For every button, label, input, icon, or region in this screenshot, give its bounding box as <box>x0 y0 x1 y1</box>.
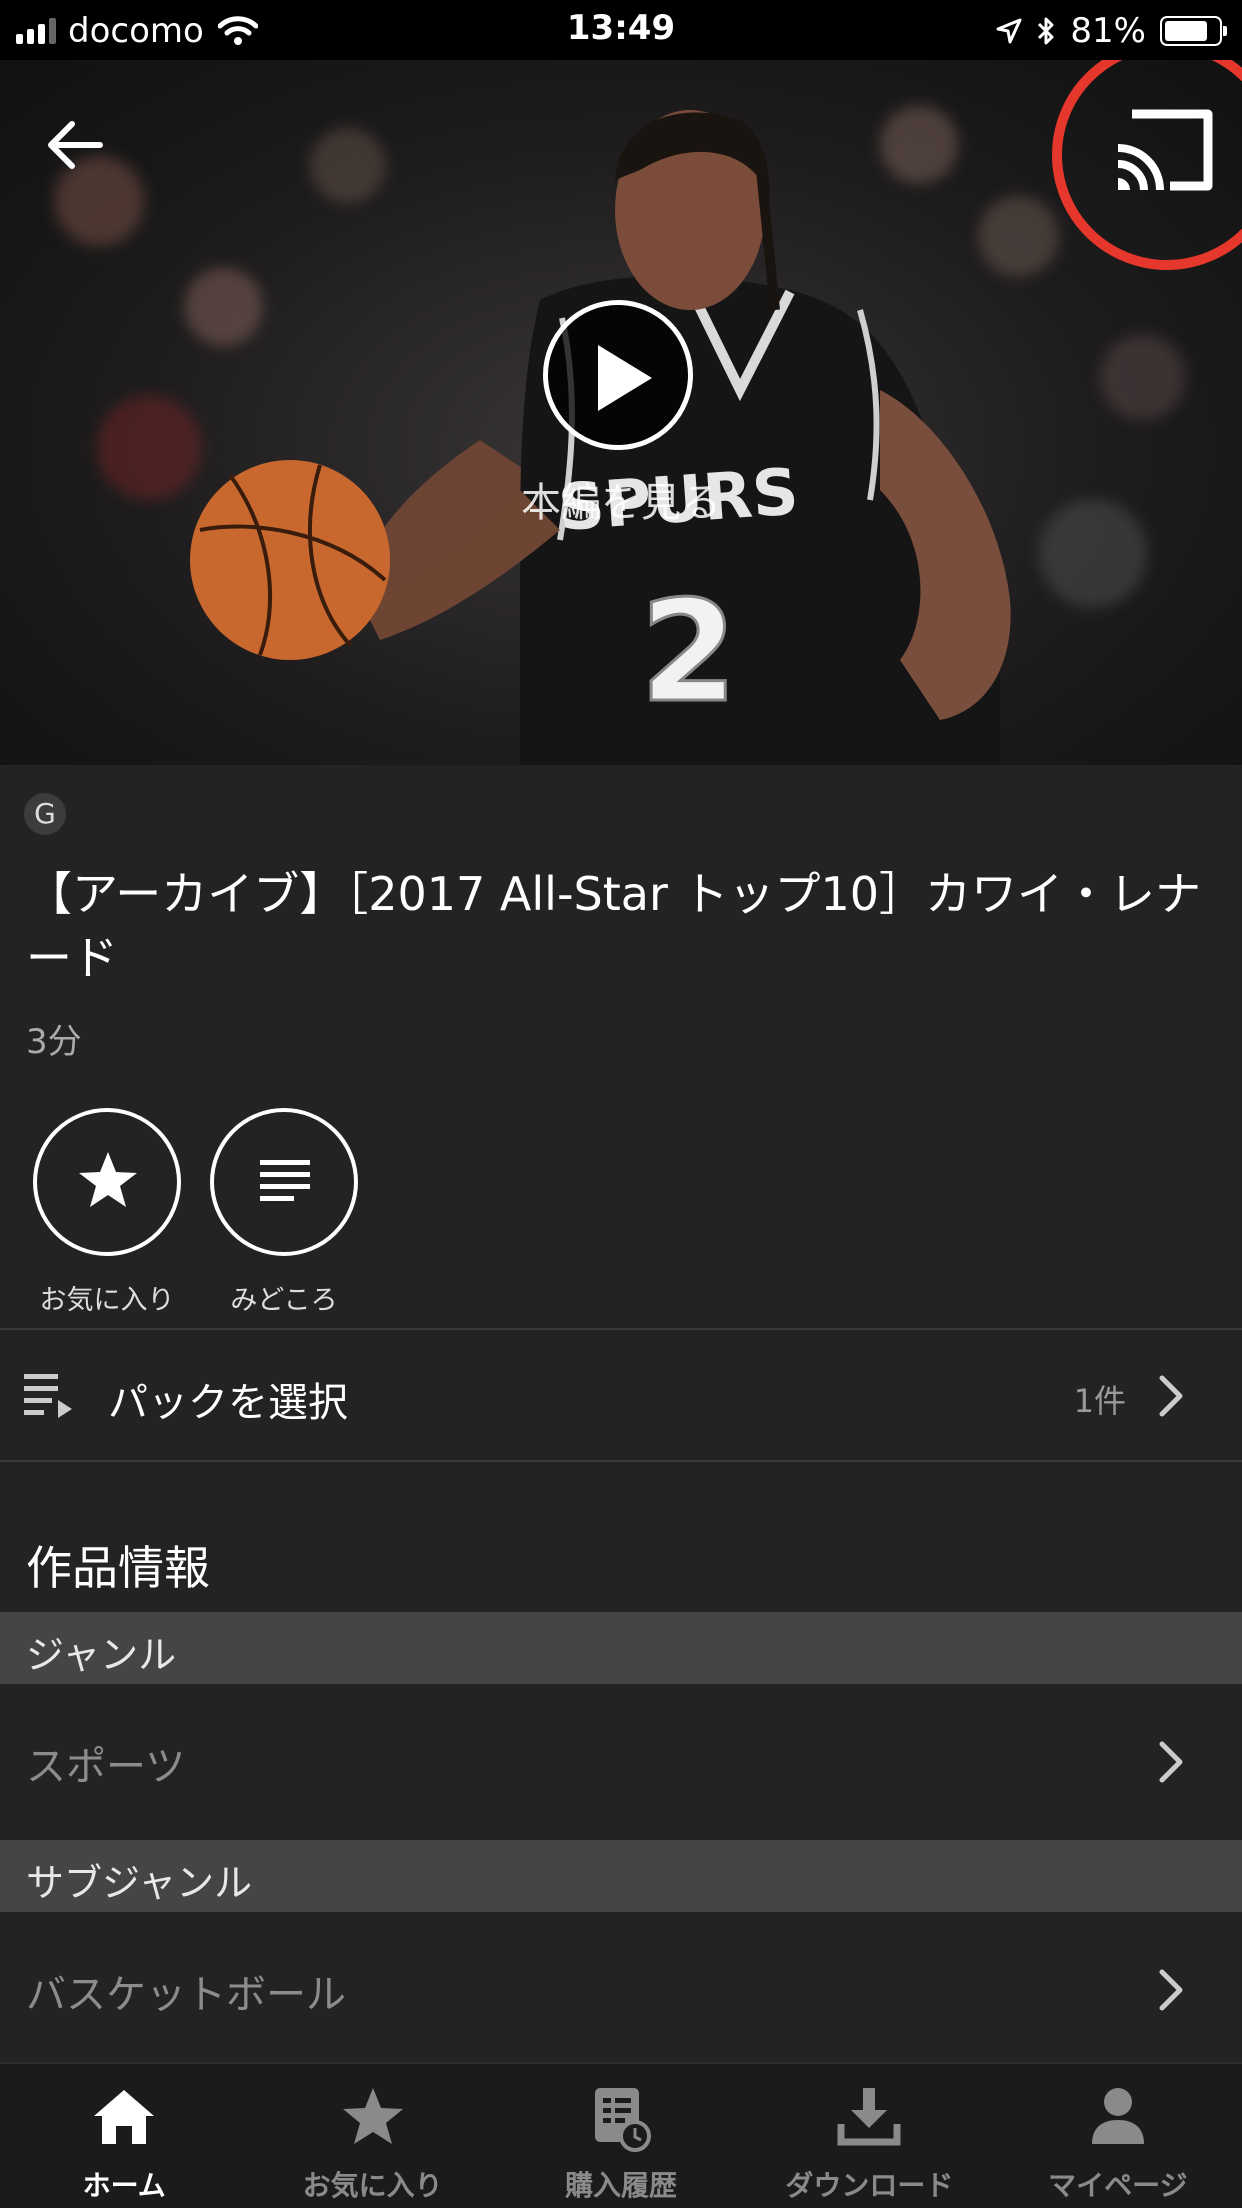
tab-download[interactable]: ダウンロード <box>745 2064 993 2208</box>
tab-download-label: ダウンロード <box>785 2169 954 2202</box>
chevron-right-icon <box>1159 1741 1183 1783</box>
person-icon <box>1091 2088 1144 2144</box>
star-icon <box>79 1152 137 1207</box>
genre-header: ジャンル <box>0 1612 1242 1684</box>
tab-my-page[interactable]: マイページ <box>994 2064 1242 2208</box>
subgenre-header-label: サブジャンル <box>26 1861 253 1905</box>
chevron-right-icon <box>1159 1969 1183 2011</box>
home-icon <box>94 2090 155 2144</box>
text-lines-icon <box>260 1160 310 1201</box>
chevron-right-icon <box>1159 1375 1183 1417</box>
star-icon <box>342 2088 403 2144</box>
battery-percent: 81% <box>1070 11 1146 51</box>
genre-value: スポーツ <box>26 1744 186 1790</box>
tab-home[interactable]: ホーム <box>0 2064 248 2208</box>
subgenre-row[interactable]: バスケットボール <box>0 1912 1242 2068</box>
divider <box>0 1460 1242 1462</box>
playlist-icon <box>24 1374 72 1418</box>
section-title-work-info: 作品情報 <box>26 1541 210 1595</box>
cast-icon[interactable] <box>1112 100 1218 200</box>
duration: 3分 <box>26 1022 82 1062</box>
genre-header-label: ジャンル <box>26 1633 177 1677</box>
content-title: 【アーカイブ】［2017 All-Star トップ10］カワイ・レナード <box>26 867 1202 985</box>
rating-badge: G <box>24 793 66 835</box>
genre-row[interactable]: スポーツ <box>0 1684 1242 1840</box>
highlights-label: みどころ <box>230 1285 338 1316</box>
tab-purchase-history[interactable]: 購入履歴 <box>497 2064 745 2208</box>
svg-text:2: 2 <box>640 571 737 734</box>
tab-favorites-label: お気に入り <box>302 2169 443 2202</box>
subgenre-value: バスケットボール <box>26 1972 346 2018</box>
status-bar: docomo 13:49 81% <box>0 0 1242 60</box>
highlights-button[interactable]: みどころ <box>209 1108 359 1317</box>
play-caption[interactable]: 本編を見る <box>0 470 1242 528</box>
select-pack-label: パックを選択 <box>108 1380 348 1426</box>
tab-home-label: ホーム <box>82 2169 166 2202</box>
purchase-history-icon <box>595 2088 652 2152</box>
video-thumbnail[interactable]: SPURS 2 本編を見る <box>0 60 1242 765</box>
play-button[interactable] <box>543 300 693 450</box>
back-arrow-icon[interactable] <box>40 110 110 180</box>
battery-icon <box>1160 16 1227 46</box>
favorite-button[interactable]: お気に入り <box>32 1108 182 1317</box>
tab-bar: ホーム お気に入り 購入履歴 ダウンロード マイページ <box>0 2062 1242 2208</box>
play-icon <box>598 345 652 411</box>
download-icon <box>837 2088 901 2146</box>
pack-count: 1件 <box>1073 1382 1126 1420</box>
tab-my-page-label: マイページ <box>1048 2169 1188 2202</box>
tab-favorites[interactable]: お気に入り <box>248 2064 496 2208</box>
tab-purchase-history-label: 購入履歴 <box>565 2169 678 2202</box>
location-icon <box>996 18 1022 44</box>
select-pack-row[interactable]: パックを選択 1件 <box>0 1330 1242 1460</box>
subgenre-header: サブジャンル <box>0 1840 1242 1912</box>
bluetooth-icon <box>1038 17 1054 45</box>
